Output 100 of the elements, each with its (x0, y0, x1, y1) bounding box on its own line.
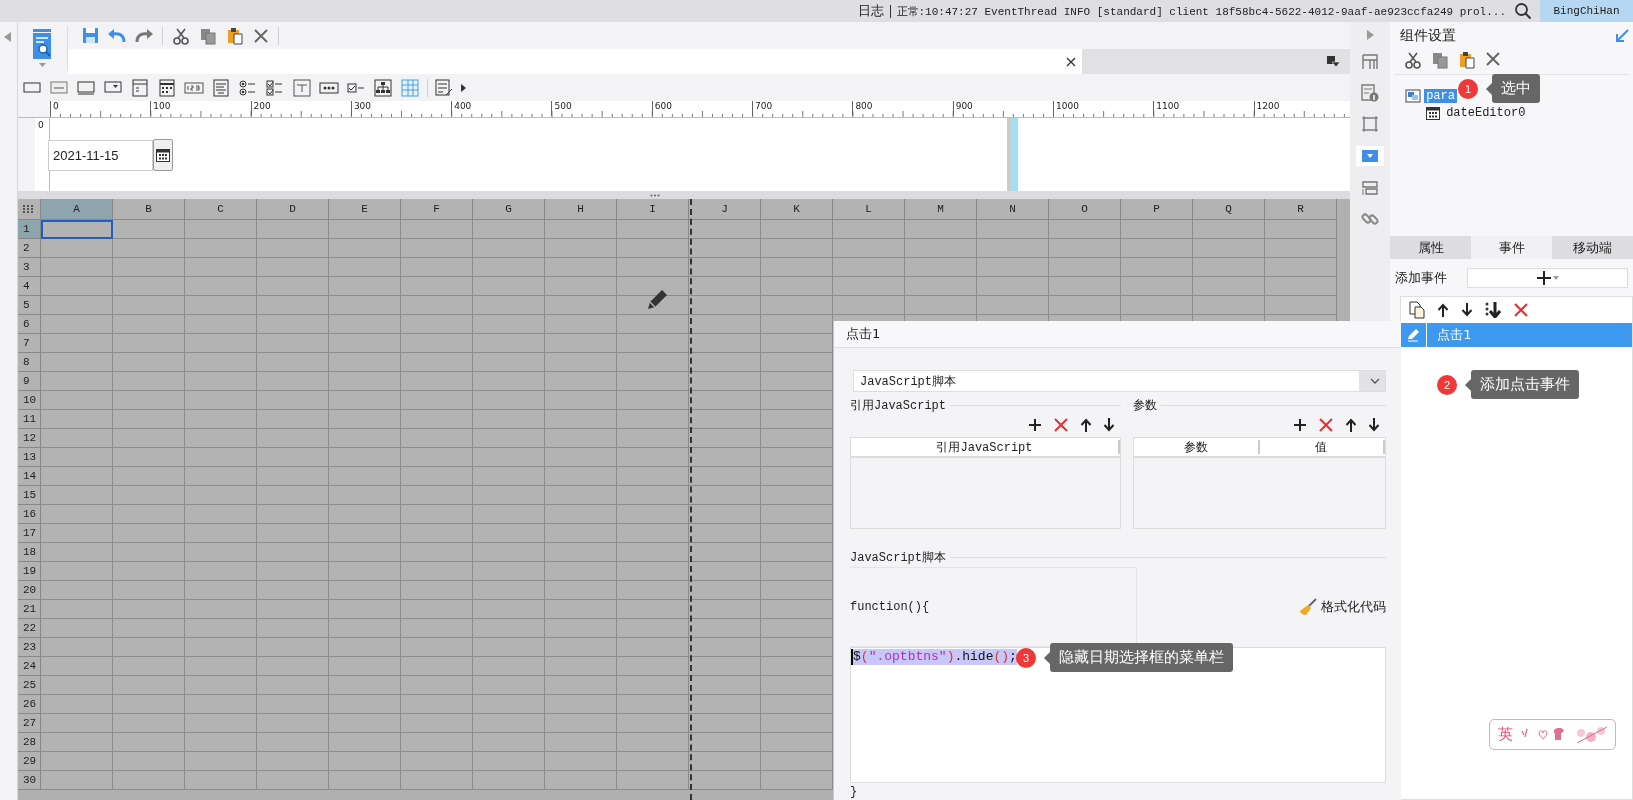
row-header[interactable]: 3 (18, 258, 41, 277)
delete-icon[interactable] (253, 27, 269, 44)
cut-icon[interactable] (1404, 51, 1423, 69)
row-header[interactable]: 12 (18, 429, 41, 448)
row-header[interactable]: 29 (18, 752, 41, 771)
row-header[interactable]: 24 (18, 657, 41, 676)
list-edit-icon[interactable] (434, 77, 454, 98)
splitter-grip-icon[interactable] (650, 193, 661, 197)
row-header[interactable]: 19 (18, 562, 41, 581)
calendar-icon[interactable] (1425, 104, 1442, 121)
redo-icon[interactable] (135, 27, 153, 44)
tree-icon[interactable] (373, 77, 393, 98)
column-header[interactable]: F (401, 199, 473, 220)
paste-icon[interactable] (1458, 51, 1477, 69)
user-button[interactable]: BingChiHan (1540, 0, 1633, 22)
calendar-widget-icon[interactable] (157, 77, 177, 98)
column-header[interactable]: Q (1193, 199, 1265, 220)
plus-icon[interactable] (1028, 418, 1042, 432)
arrow-down-icon[interactable] (1461, 303, 1474, 317)
column-header[interactable]: H (545, 199, 617, 220)
cut-icon[interactable] (172, 26, 190, 45)
text-area-icon[interactable] (211, 77, 231, 98)
delete-icon[interactable] (1513, 302, 1530, 318)
panel-widget-icon[interactable] (130, 77, 150, 98)
panel-tab[interactable]: 属性 (1390, 236, 1472, 259)
row-header[interactable]: 17 (18, 524, 41, 543)
row-header[interactable]: 27 (18, 714, 41, 733)
row-header[interactable]: 8 (18, 353, 41, 372)
column-header[interactable]: B (113, 199, 185, 220)
row-header[interactable]: 5 (18, 296, 41, 315)
delete-icon[interactable] (1053, 417, 1069, 433)
row-header[interactable]: 6 (18, 315, 41, 334)
arrow-down-icon[interactable] (1368, 418, 1380, 432)
copy-icon[interactable] (1409, 301, 1426, 319)
row-header[interactable]: 22 (18, 619, 41, 638)
row-header[interactable]: 23 (18, 638, 41, 657)
column-header[interactable]: A (41, 199, 113, 220)
checkbox-group-icon[interactable] (265, 77, 285, 98)
arrow-up-icon[interactable] (1345, 418, 1357, 432)
column-header[interactable]: O (1049, 199, 1121, 220)
date-field[interactable]: 2021-11-15 (48, 140, 153, 171)
column-header[interactable]: N (977, 199, 1049, 220)
row-header[interactable]: 10 (18, 391, 41, 410)
radio-group-icon[interactable] (238, 77, 258, 98)
delete-icon[interactable] (1318, 417, 1334, 433)
column-header[interactable]: G (473, 199, 545, 220)
row-header[interactable]: 18 (18, 543, 41, 562)
close-icon[interactable] (1066, 56, 1076, 67)
form-info-icon[interactable] (1361, 84, 1380, 102)
column-header[interactable]: P (1121, 199, 1193, 220)
save-icon[interactable] (82, 27, 99, 44)
row-header[interactable]: 25 (18, 676, 41, 695)
row-header[interactable]: 14 (18, 467, 41, 486)
paste-icon[interactable] (226, 26, 244, 45)
plus-icon[interactable] (1293, 418, 1307, 432)
column-header[interactable]: I (617, 199, 689, 220)
row-header[interactable]: 9 (18, 372, 41, 391)
selected-cell[interactable] (41, 220, 113, 239)
search-icon[interactable] (1514, 2, 1532, 20)
collapse-panel-icon[interactable] (1615, 29, 1629, 43)
column-header[interactable]: C (185, 199, 257, 220)
select-all-icon[interactable] (23, 205, 35, 213)
collapse-arrow-icon[interactable] (4, 32, 11, 42)
calendar-button[interactable] (153, 139, 173, 171)
row-header[interactable]: 21 (18, 600, 41, 619)
row-header[interactable]: 28 (18, 733, 41, 752)
delete-icon[interactable] (1485, 51, 1502, 67)
column-header[interactable]: D (257, 199, 329, 220)
dropdown-widget-icon[interactable] (1362, 150, 1379, 162)
column-header[interactable]: R (1265, 199, 1337, 220)
frame-icon[interactable] (1361, 115, 1380, 133)
layout-icon[interactable] (1361, 53, 1380, 71)
column-header[interactable]: M (905, 199, 977, 220)
column-header[interactable]: L (833, 199, 905, 220)
panel-tab[interactable]: 事件 (1471, 236, 1553, 259)
row-header[interactable]: 2 (18, 239, 41, 258)
widget-tab[interactable] (1356, 146, 1385, 166)
plus-icon[interactable] (1536, 271, 1551, 285)
copy-icon[interactable] (1431, 51, 1450, 69)
row-header[interactable]: 11 (18, 410, 41, 429)
undo-icon[interactable] (108, 27, 126, 44)
panel-tab[interactable]: 移动端 (1552, 236, 1633, 259)
ime-status-bar[interactable]: 英 (1489, 719, 1616, 750)
copy-icon[interactable] (199, 26, 217, 45)
row-header[interactable]: 15 (18, 486, 41, 505)
row-header[interactable]: 26 (18, 695, 41, 714)
row-header[interactable]: 7 (18, 334, 41, 353)
column-header[interactable]: E (329, 199, 401, 220)
tree-item[interactable]: dateEditor0 (1444, 105, 1528, 120)
row-header[interactable]: 20 (18, 581, 41, 600)
link-icon[interactable] (1361, 210, 1380, 228)
row-header[interactable]: 1 (18, 220, 41, 239)
column-header[interactable]: K (761, 199, 833, 220)
format-code-button[interactable]: 格式化代码 (1299, 567, 1386, 647)
arrow-down-icon[interactable] (1103, 418, 1115, 432)
caret-icon[interactable] (461, 83, 466, 92)
row-header[interactable]: 16 (18, 505, 41, 524)
script-type-dropdown[interactable]: JavaScript脚本 (853, 370, 1386, 392)
list-icon[interactable] (1361, 179, 1380, 197)
move-bottom-icon[interactable] (1485, 302, 1502, 318)
